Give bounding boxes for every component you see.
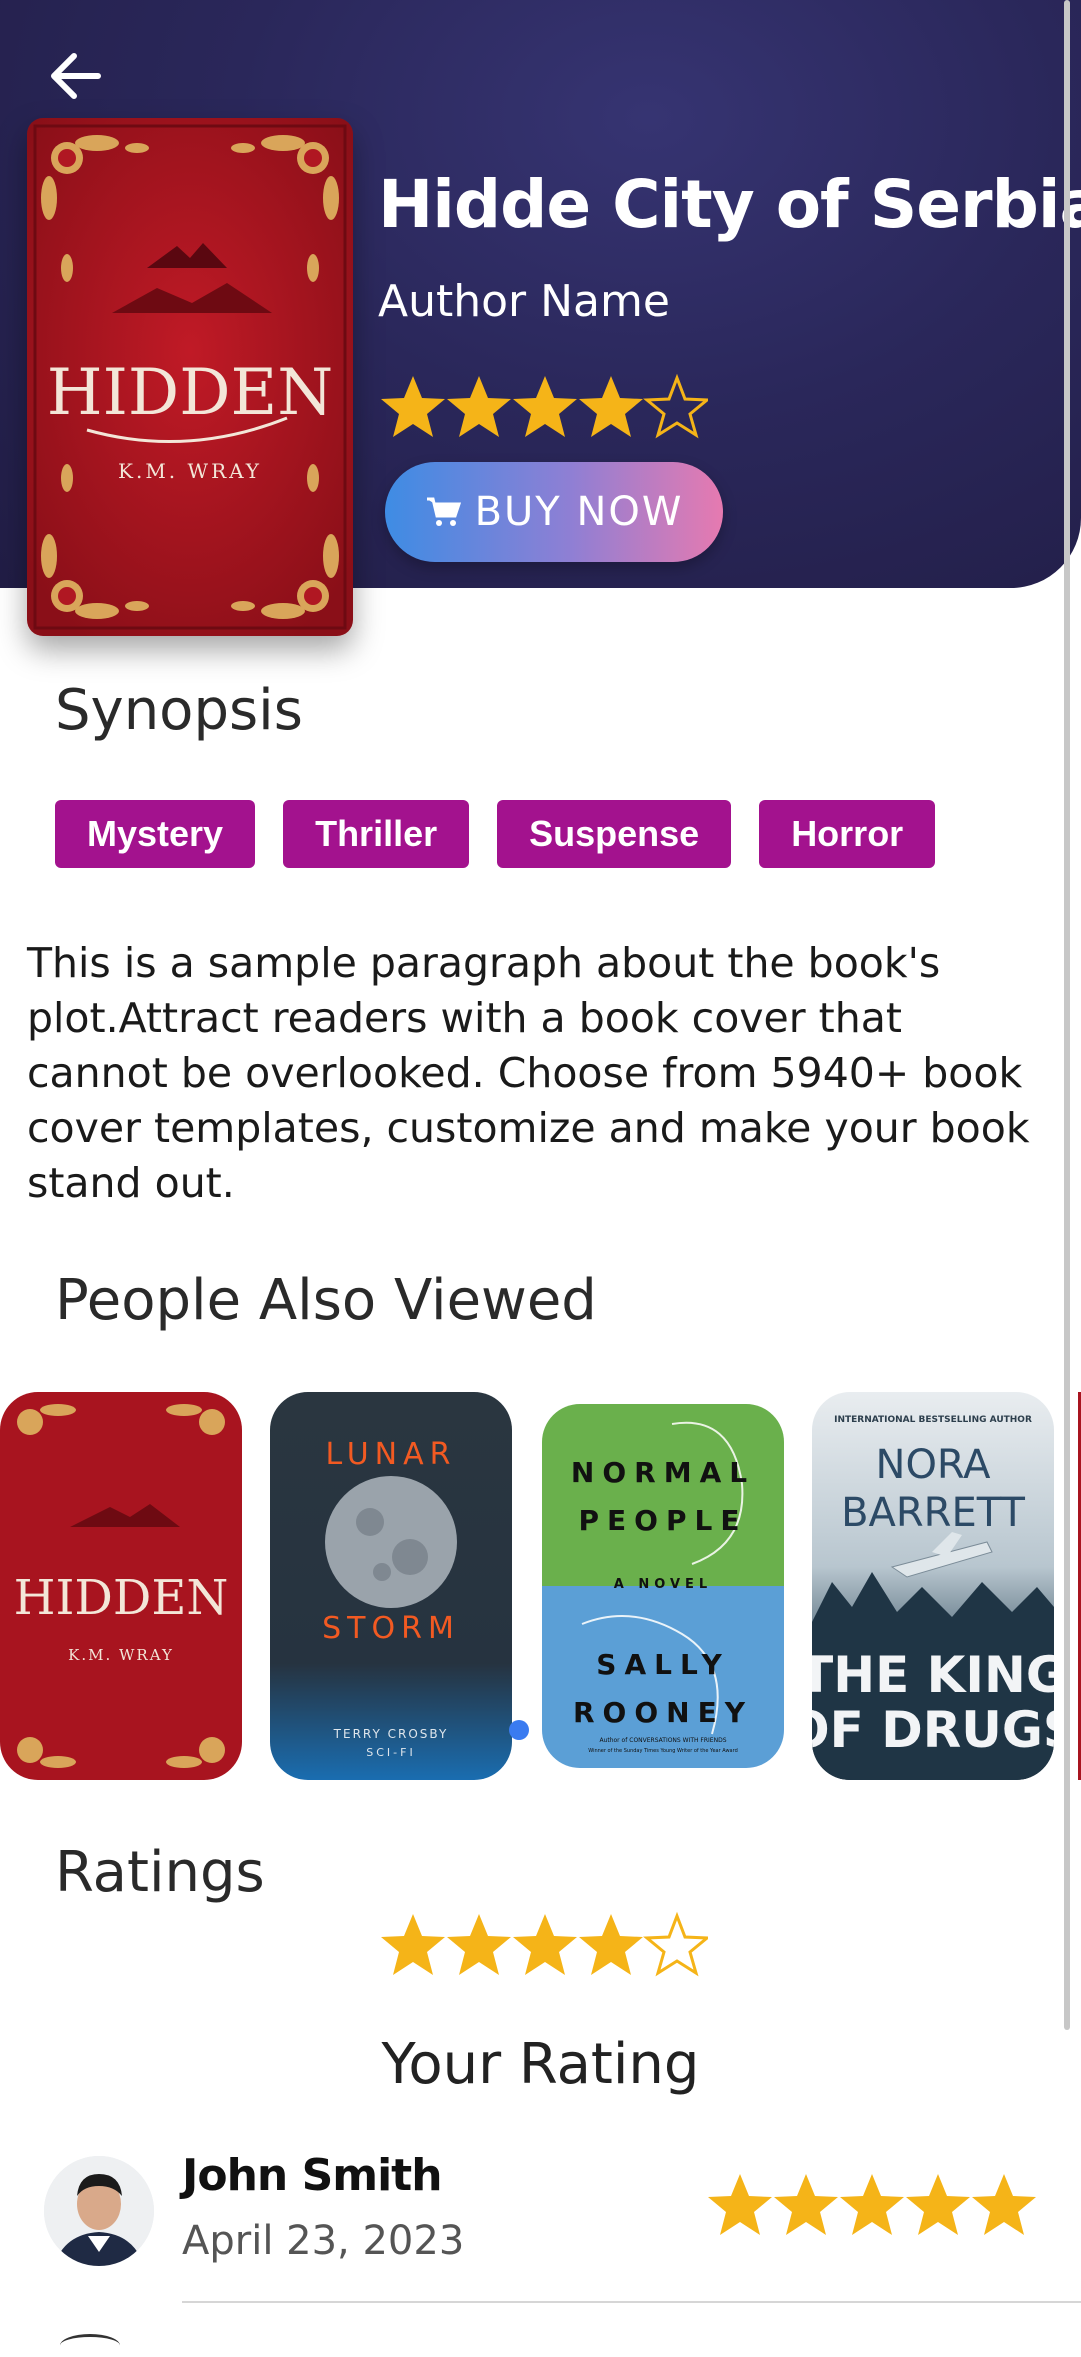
star-icon xyxy=(381,1914,445,1975)
star-outline-icon xyxy=(643,1911,711,1977)
review-item: John Smith April 23, 2023 xyxy=(0,2150,1081,2270)
star-icon xyxy=(708,2174,772,2235)
tag-suspense[interactable]: Suspense xyxy=(497,800,732,868)
star-icon xyxy=(381,376,445,437)
book-card-author-line2: BARRETT xyxy=(841,1490,1025,1536)
star-icon xyxy=(774,2174,838,2235)
star-icon xyxy=(840,2174,904,2235)
book-card-blurb-2: Winner of the Sunday Times Young Writer … xyxy=(588,1748,738,1754)
scrollbar[interactable] xyxy=(1064,0,1070,2030)
carousel-dot-active[interactable] xyxy=(509,1720,529,1740)
star-icon xyxy=(513,1914,577,1975)
book-card-author-line2: ROONEY xyxy=(573,1696,753,1729)
book-card-author-line1: SALLY xyxy=(596,1648,729,1681)
book-card-author: K.M. WRAY xyxy=(68,1646,174,1664)
star-icon xyxy=(579,376,643,437)
buy-now-button[interactable]: BUY NOW xyxy=(385,462,723,562)
book-card-title-line2: PEOPLE xyxy=(579,1504,748,1537)
book-card-title-line1: NORMAL xyxy=(571,1456,755,1489)
book-card-author: TERRY CROSBY xyxy=(333,1727,449,1741)
review-stars xyxy=(705,2170,1041,2244)
your-rating-label[interactable]: Your Rating xyxy=(0,2032,1081,2097)
tag-mystery[interactable]: Mystery xyxy=(55,800,256,868)
avatar xyxy=(44,2156,154,2266)
cover-title: HIDDEN xyxy=(47,356,333,430)
star-icon xyxy=(906,2174,970,2235)
buy-now-label: BUY NOW xyxy=(474,489,684,535)
synopsis-heading: Synopsis xyxy=(55,678,303,743)
book-card-king-of-drugs[interactable]: INTERNATIONAL BESTSELLING AUTHOR NORA BA… xyxy=(812,1392,1054,1780)
synopsis-text: This is a sample paragraph about the boo… xyxy=(27,939,1030,1207)
book-card-title-line2: OF DRUGS xyxy=(812,1701,1054,1759)
author-name: Author Name xyxy=(378,276,670,327)
book-card-hidden[interactable]: HIDDEN K.M. WRAY xyxy=(0,1392,242,1780)
review-divider xyxy=(182,2301,1081,2303)
star-icon xyxy=(447,1914,511,1975)
reviewer-name: John Smith xyxy=(182,2150,443,2201)
star-outline-icon xyxy=(643,373,711,439)
book-title: Hidde City of Serbia xyxy=(378,166,1081,243)
book-card-lunar-storm[interactable]: LUNAR STORM TERRY CROSBY SCI-FI xyxy=(270,1392,512,1780)
book-card-author-line1: NORA xyxy=(876,1442,992,1488)
book-card-title: HIDDEN xyxy=(14,1570,229,1626)
star-icon xyxy=(579,1914,643,1975)
book-card-normal-people[interactable]: NORMAL PEOPLE A NOVEL SALLY ROONEY Autho… xyxy=(542,1404,784,1768)
arrow-left-icon xyxy=(51,53,101,99)
cover-author: K.M. WRAY xyxy=(118,459,262,483)
also-viewed-carousel[interactable]: HIDDEN K.M. WRAY LUNAR STORM TERRY CROSB… xyxy=(0,1392,1081,1780)
also-viewed-heading: People Also Viewed xyxy=(55,1268,597,1333)
header-rating-stars xyxy=(378,372,711,446)
book-cover: HIDDEN K.M. WRAY xyxy=(27,118,353,636)
tag-thriller[interactable]: Thriller xyxy=(283,800,470,868)
book-card-blurb-1: Author of CONVERSATIONS WITH FRIENDS xyxy=(599,1737,726,1744)
star-icon xyxy=(513,376,577,437)
cart-icon xyxy=(426,497,461,526)
genre-tags: Mystery Thriller Suspense Horror xyxy=(55,800,936,868)
tag-horror[interactable]: Horror xyxy=(759,800,936,868)
book-card-subtitle: A NOVEL xyxy=(614,1577,712,1592)
book-card-title-top: LUNAR xyxy=(326,1437,457,1472)
back-button[interactable] xyxy=(44,44,108,108)
book-card-banner: INTERNATIONAL BESTSELLING AUTHOR xyxy=(834,1415,1032,1425)
book-card-title-line1: THE KING xyxy=(812,1646,1054,1704)
review-date: April 23, 2023 xyxy=(182,2218,465,2264)
ratings-heading: Ratings xyxy=(55,1840,265,1905)
book-card-title-bottom: STORM xyxy=(322,1611,460,1646)
overall-rating-stars xyxy=(378,1910,711,1984)
star-icon xyxy=(972,2174,1036,2235)
star-icon xyxy=(447,376,511,437)
book-card-genre: SCI-FI xyxy=(366,1746,415,1759)
next-review-avatar xyxy=(60,2334,120,2357)
